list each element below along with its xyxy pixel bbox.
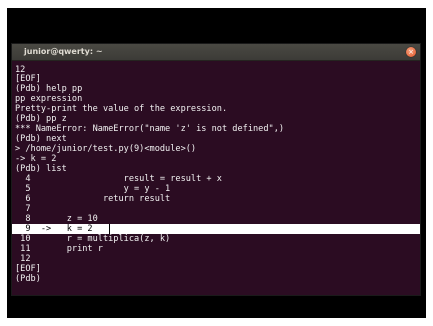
- terminal-line: (Pdb) pp z: [15, 114, 67, 124]
- close-icon[interactable]: ×: [406, 47, 416, 57]
- terminal-line: *** NameError: NameError("name 'z' is no…: [15, 124, 285, 134]
- terminal-line: 4 result = result + x: [15, 174, 222, 184]
- current-line-highlight: 9 -> k = 2: [12, 224, 420, 234]
- title-bar[interactable]: junior@qwerty: ~ ×: [12, 44, 420, 61]
- terminal-line: 6 return result: [15, 194, 171, 204]
- window-title: junior@qwerty: ~: [24, 47, 103, 56]
- terminal-line: 8 z = 10: [15, 214, 98, 224]
- terminal-line: 10 r = multiplica(z, k): [15, 234, 171, 244]
- terminal-line: 12: [15, 254, 31, 264]
- terminal-line: -> k = 2: [15, 154, 57, 164]
- terminal-line: (Pdb) next: [15, 134, 67, 144]
- screenshot-frame: junior@qwerty: ~ × 12 [EOF] (Pdb) help p…: [0, 0, 433, 326]
- terminal-line: (Pdb) help pp: [15, 84, 83, 94]
- terminal-window[interactable]: junior@qwerty: ~ × 12 [EOF] (Pdb) help p…: [11, 43, 421, 296]
- terminal-line: [EOF]: [15, 264, 41, 274]
- terminal-line: > /home/junior/test.py(9)<module>(): [15, 144, 197, 154]
- terminal-prompt[interactable]: (Pdb): [15, 274, 41, 284]
- terminal-line-current: 9 -> k = 2: [15, 224, 93, 234]
- terminal-line: Pretty-print the value of the expression…: [15, 104, 228, 114]
- terminal-line: pp expression: [15, 94, 83, 104]
- terminal-output[interactable]: 12 [EOF] (Pdb) help pp pp expression Pre…: [12, 61, 420, 296]
- text-cursor-icon: [109, 224, 110, 234]
- terminal-line: 11 print r: [15, 244, 103, 254]
- terminal-line: 7: [15, 204, 31, 214]
- terminal-line: [EOF]: [15, 74, 41, 84]
- terminal-line: (Pdb) list: [15, 164, 67, 174]
- terminal-line: 5 y = y - 1: [15, 184, 171, 194]
